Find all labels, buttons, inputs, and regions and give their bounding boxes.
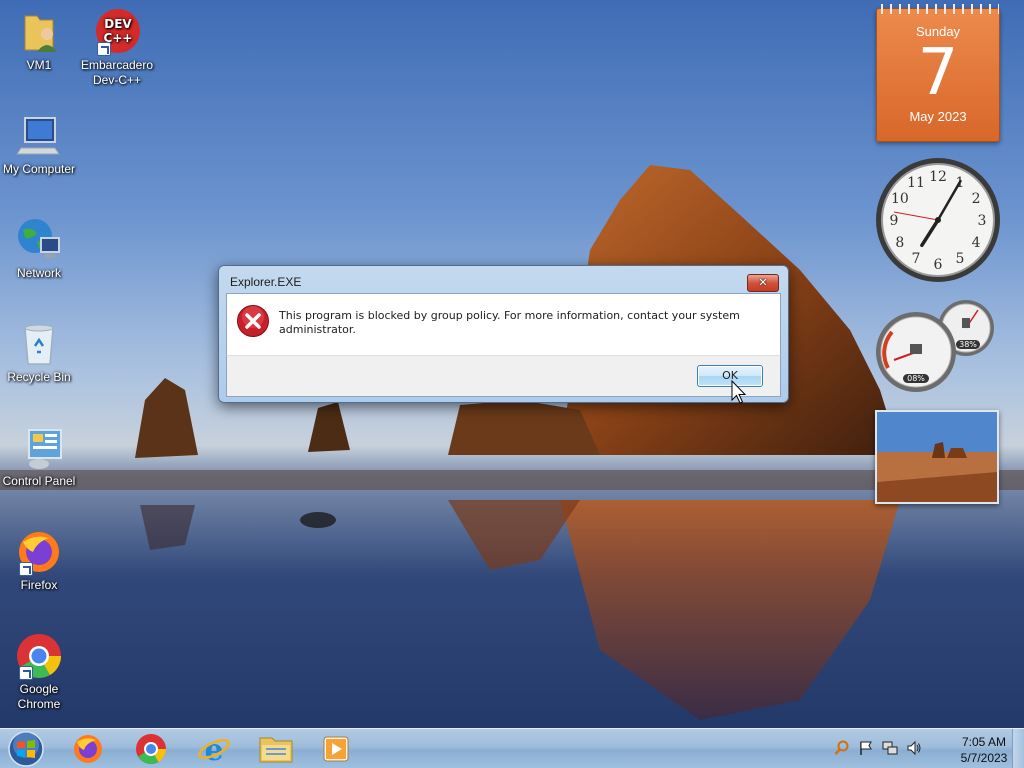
recycle-bin-icon: [15, 320, 63, 368]
calendar-rings: [877, 4, 999, 14]
desktop-icon-control-panel[interactable]: Control Panel: [0, 424, 78, 489]
clock-numeral: 3: [978, 213, 987, 229]
firefox-icon: [15, 528, 63, 576]
firefox-icon: [74, 735, 102, 763]
svg-text:e: e: [204, 733, 223, 766]
clock-numeral: 2: [972, 191, 981, 207]
desktop-icon-label: Control Panel: [2, 474, 76, 488]
slideshow-gadget[interactable]: [875, 410, 999, 504]
user-folder-icon: [15, 8, 63, 56]
clock-numeral: 7: [912, 251, 921, 267]
tray-volume[interactable]: [906, 740, 922, 756]
desktop-icon-label: Google Chrome: [17, 682, 61, 711]
mouse-cursor-icon: [731, 379, 747, 406]
clock-numeral: 11: [907, 175, 925, 191]
taskbar-internet-explorer[interactable]: e: [188, 732, 240, 768]
file-explorer-icon: [259, 737, 293, 763]
calendar-month-year: May 2023: [909, 109, 967, 124]
chrome-icon: [15, 632, 63, 680]
desktop-icon-label: Network: [16, 266, 61, 280]
shortcut-arrow-icon: [19, 562, 33, 576]
taskbar-media-player[interactable]: [310, 732, 362, 766]
taskbar-chrome[interactable]: [125, 732, 177, 766]
media-player-icon: [323, 736, 349, 762]
calendar-gadget[interactable]: Sunday 7 May 2023: [876, 4, 1000, 142]
error-icon: [236, 304, 270, 338]
clock-numeral: 10: [891, 191, 909, 207]
control-panel-icon: [15, 424, 63, 472]
clock-numeral: 9: [890, 213, 899, 229]
cpu-percent-label: 08%: [903, 374, 929, 383]
clock-numeral: 12: [929, 169, 947, 185]
dialog-footer: OK: [226, 355, 781, 397]
tray-action-center[interactable]: [858, 740, 874, 756]
computer-icon: [15, 112, 63, 160]
tray-search[interactable]: [834, 740, 850, 756]
show-desktop-button[interactable]: [1012, 729, 1024, 768]
taskbar: e 7:05 AM 5/7/2023: [0, 728, 1024, 768]
devcpp-badge-line1: DEV: [104, 17, 132, 31]
tray-network[interactable]: [882, 740, 898, 756]
taskbar-clock[interactable]: 7:05 AM 5/7/2023: [956, 734, 1012, 766]
desktop-icon-my-computer[interactable]: My Computer: [0, 112, 78, 177]
chrome-icon: [136, 734, 166, 765]
network-icon: [882, 741, 898, 755]
ok-button[interactable]: OK: [697, 365, 763, 387]
desktop-icon-vm1[interactable]: VM1: [0, 8, 78, 73]
desktop-icon-recycle-bin[interactable]: Recycle Bin: [0, 320, 78, 385]
shortcut-arrow-icon: [97, 42, 111, 56]
desktop-icon-label: Recycle Bin: [7, 370, 71, 384]
taskbar-date: 5/7/2023: [960, 751, 1008, 765]
close-icon: ✕: [758, 276, 768, 289]
desktop-icon-label: Embarcadero Dev-C++: [80, 58, 154, 87]
blocked-program-dialog[interactable]: Explorer.EXE ✕ This program is blocked b…: [218, 265, 789, 403]
taskbar-firefox[interactable]: [62, 732, 114, 766]
start-button[interactable]: [6, 731, 46, 767]
clock-numeral: 8: [895, 235, 904, 251]
clock-numeral: 5: [956, 251, 965, 267]
dialog-body: This program is blocked by group policy.…: [226, 293, 781, 355]
action-center-flag-icon: [860, 741, 872, 755]
desktop-icon-label: My Computer: [2, 162, 76, 176]
clock-numeral: 6: [934, 257, 943, 273]
clock-gadget[interactable]: 121234567891011: [874, 156, 1002, 284]
dialog-message: This program is blocked by group policy.…: [279, 309, 740, 336]
system-tray: 7:05 AM 5/7/2023: [834, 729, 1024, 768]
desktop-icon-firefox[interactable]: Firefox: [0, 528, 78, 593]
taskbar-file-explorer[interactable]: [250, 732, 302, 766]
internet-explorer-icon: e: [198, 733, 230, 768]
volume-icon: [907, 740, 921, 756]
desktop-icon-google-chrome[interactable]: Google Chrome: [0, 632, 78, 712]
dialog-close-button[interactable]: ✕: [747, 274, 779, 292]
shortcut-arrow-icon: [19, 666, 33, 680]
taskbar-time: 7:05 AM: [961, 735, 1007, 749]
desktop-icon-label: Firefox: [20, 578, 58, 592]
dialog-title: Explorer.EXE: [230, 275, 302, 289]
cpu-meter-gadget[interactable]: 08% 38%: [874, 298, 1002, 394]
network-icon: [15, 216, 63, 264]
desktop-icon-label: VM1: [26, 58, 52, 72]
calendar-day-number: 7: [917, 36, 959, 110]
desktop-icon-network[interactable]: Network: [0, 216, 78, 281]
memory-percent-label: 38%: [956, 340, 980, 349]
devcpp-icon: DEV C++: [93, 8, 141, 56]
search-icon: [834, 740, 849, 755]
clock-numeral: 4: [972, 235, 981, 251]
desktop-icon-devcpp[interactable]: DEV C++ Embarcadero Dev-C++: [78, 8, 156, 88]
